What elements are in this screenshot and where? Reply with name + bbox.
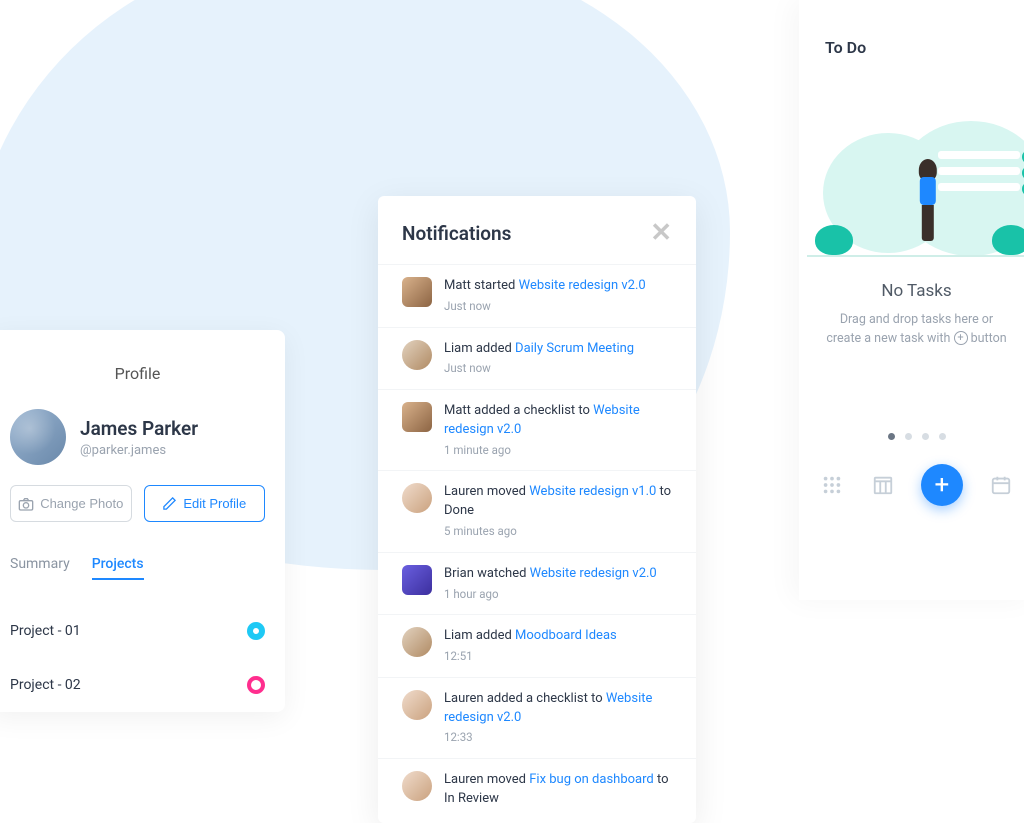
notification-avatar xyxy=(402,483,432,513)
notification-avatar xyxy=(402,627,432,657)
pencil-icon xyxy=(162,496,177,511)
page-dot[interactable] xyxy=(905,433,912,440)
page-dot[interactable] xyxy=(922,433,929,440)
notification-item[interactable]: Lauren moved Website redesign v1.0 to Do… xyxy=(378,470,696,551)
profile-header: James Parker @parker.james xyxy=(10,409,265,465)
columns-icon[interactable] xyxy=(870,472,896,498)
notification-message: Brian watched Website redesign v2.0 xyxy=(444,565,657,584)
notification-avatar xyxy=(402,277,432,307)
notification-avatar xyxy=(402,690,432,720)
notification-item[interactable]: Lauren added a checklist to Website rede… xyxy=(378,677,696,758)
notification-item[interactable]: Liam added Moodboard Ideas 12:51 xyxy=(378,614,696,677)
notification-body: Matt started Website redesign v2.0 Just n… xyxy=(444,277,646,315)
close-icon[interactable]: ✕ xyxy=(650,220,672,246)
edit-profile-label: Edit Profile xyxy=(183,496,246,511)
notifications-title: Notifications xyxy=(402,222,511,245)
notifications-card: Notifications ✕ Matt started Website red… xyxy=(378,196,696,823)
notification-body: Liam added Moodboard Ideas 12:51 xyxy=(444,627,617,665)
project-status-dot xyxy=(247,622,265,640)
notification-body: Matt added a checklist to Website redesi… xyxy=(444,402,672,458)
todo-title: To Do xyxy=(807,38,1024,57)
project-status-dot xyxy=(247,676,265,694)
pagination-dots xyxy=(807,433,1024,440)
project-row[interactable]: Project - 02 xyxy=(10,658,265,712)
notifications-header: Notifications ✕ xyxy=(378,196,696,264)
profile-tabs: Summary Projects xyxy=(10,556,265,580)
notification-link[interactable]: Daily Scrum Meeting xyxy=(515,341,634,356)
notification-message: Lauren moved Fix bug on dashboard to In … xyxy=(444,771,672,809)
plus-circle-icon: + xyxy=(954,331,968,345)
notification-time: 1 minute ago xyxy=(444,442,672,459)
bottom-nav: + xyxy=(807,464,1024,506)
notification-message: Lauren added a checklist to Website rede… xyxy=(444,690,672,728)
notification-item[interactable]: Matt started Website redesign v2.0 Just n… xyxy=(378,264,696,327)
profile-header-label: Profile xyxy=(10,364,265,383)
notification-item[interactable]: Lauren moved Fix bug on dashboard to In … xyxy=(378,758,696,823)
notification-avatar xyxy=(402,771,432,801)
notification-time: Just now xyxy=(444,298,646,315)
add-task-button[interactable]: + xyxy=(921,464,963,506)
notification-message: Lauren moved Website redesign v1.0 to Do… xyxy=(444,483,672,521)
notification-time: Just now xyxy=(444,360,634,377)
notification-item[interactable]: Brian watched Website redesign v2.0 1 hou… xyxy=(378,552,696,615)
notification-link[interactable]: Fix bug on dashboard xyxy=(529,772,654,787)
notification-item[interactable]: Matt added a checklist to Website redesi… xyxy=(378,389,696,470)
project-label: Project - 02 xyxy=(10,677,81,693)
tab-summary[interactable]: Summary xyxy=(10,556,70,580)
empty-state-subtitle: Drag and drop tasks here or create a new… xyxy=(807,311,1024,349)
notifications-list: Matt started Website redesign v2.0 Just n… xyxy=(378,264,696,823)
notification-body: Liam added Daily Scrum MeetingJust now xyxy=(444,340,634,378)
empty-state-illustration xyxy=(807,115,1024,255)
project-label: Project - 01 xyxy=(10,623,81,639)
notification-link[interactable]: Website redesign v1.0 xyxy=(529,484,656,499)
notification-message: Matt started Website redesign v2.0 xyxy=(444,277,646,296)
notification-item[interactable]: Liam added Daily Scrum MeetingJust now xyxy=(378,327,696,390)
page-dot[interactable] xyxy=(888,433,895,440)
profile-avatar xyxy=(10,409,66,465)
change-photo-button[interactable]: Change Photo xyxy=(10,485,132,522)
profile-handle: @parker.james xyxy=(80,443,198,458)
tab-projects[interactable]: Projects xyxy=(92,556,144,580)
notification-message: Liam added Daily Scrum Meeting xyxy=(444,340,634,359)
profile-actions: Change Photo Edit Profile xyxy=(10,485,265,522)
notification-time: 12:33 xyxy=(444,729,672,746)
notification-avatar xyxy=(402,402,432,432)
grid-icon[interactable] xyxy=(819,472,845,498)
page-dot[interactable] xyxy=(939,433,946,440)
notification-avatar xyxy=(402,565,432,595)
empty-state-title: No Tasks xyxy=(807,281,1024,301)
notification-time: 12:51 xyxy=(444,648,617,665)
notification-body: Lauren moved Website redesign v1.0 to Do… xyxy=(444,483,672,539)
notification-avatar xyxy=(402,340,432,370)
change-photo-label: Change Photo xyxy=(40,496,123,511)
notification-time: 1 hour ago xyxy=(444,586,657,603)
notification-time: 5 minutes ago xyxy=(444,523,672,540)
camera-icon xyxy=(18,497,34,511)
notification-link[interactable]: Moodboard Ideas xyxy=(515,628,617,643)
todo-card: To Do No Tasks Drag and drop tasks here … xyxy=(799,0,1024,600)
profile-name: James Parker xyxy=(80,417,198,440)
profile-card: Profile James Parker @parker.james Chang… xyxy=(0,330,285,712)
notification-body: Lauren added a checklist to Website rede… xyxy=(444,690,672,746)
notification-link[interactable]: Website redesign v2.0 xyxy=(519,278,646,293)
notification-message: Liam added Moodboard Ideas xyxy=(444,627,617,646)
notification-body: Lauren moved Fix bug on dashboard to In … xyxy=(444,771,672,811)
calendar-icon[interactable] xyxy=(988,472,1014,498)
notification-message: Matt added a checklist to Website redesi… xyxy=(444,402,672,440)
notification-link[interactable]: Website redesign v2.0 xyxy=(530,566,657,581)
edit-profile-button[interactable]: Edit Profile xyxy=(144,485,266,522)
project-row[interactable]: Project - 01 xyxy=(10,604,265,658)
notification-body: Brian watched Website redesign v2.0 1 hou… xyxy=(444,565,657,603)
